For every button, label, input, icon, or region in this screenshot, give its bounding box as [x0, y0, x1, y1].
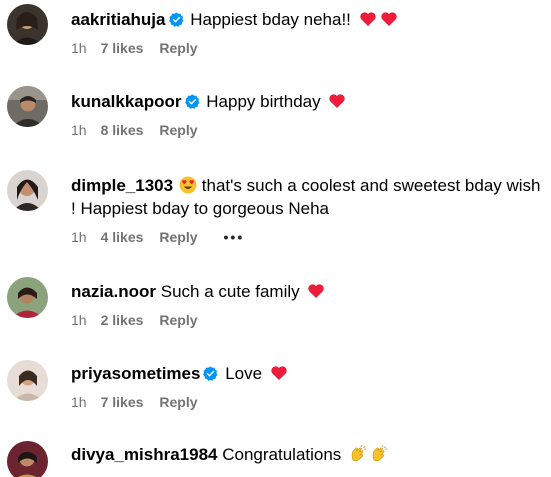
red-heart-icon [270, 364, 288, 382]
comment-time: 1h [71, 229, 87, 245]
clapping-hands-icon [349, 445, 367, 463]
comment-text: Love [225, 364, 263, 383]
comment-time: 1h [71, 394, 87, 410]
red-heart-icon [307, 282, 325, 300]
avatar[interactable] [7, 170, 48, 211]
comment-meta: 1h 7 likes Reply [71, 393, 546, 411]
comment-username[interactable]: kunalkkapoor [71, 92, 182, 111]
likes-count-link[interactable]: 7 likes [101, 39, 144, 57]
more-options-icon[interactable]: ••• [224, 228, 245, 246]
clapping-hands-icon [370, 445, 388, 463]
avatar[interactable] [7, 441, 48, 477]
red-heart-icon [328, 92, 346, 110]
comments-list: aakritiahuja Happiest bday neha!! 1h 7 li… [0, 0, 551, 477]
comment-time: 1h [71, 312, 87, 328]
comment-text: Congratulations [222, 445, 342, 464]
reply-button[interactable]: Reply [159, 39, 197, 57]
red-heart-icon [359, 10, 377, 28]
comment-body: dimple_1303 that's such a coolest and sw… [71, 174, 546, 246]
comment-text: Such a cute family [160, 282, 300, 301]
comment-body: priyasometimes Love 1h 7 likes Reply [71, 362, 546, 411]
comment-body: divya_mishra1984 Congratulations [71, 443, 546, 466]
verified-badge-icon [168, 12, 184, 27]
comment-meta: 1h 4 likes Reply ••• [71, 228, 546, 246]
comment-username[interactable]: divya_mishra1984 [71, 445, 218, 464]
likes-count-link[interactable]: 2 likes [101, 311, 144, 329]
avatar[interactable] [7, 86, 48, 127]
comment-username[interactable]: priyasometimes [71, 364, 200, 383]
heart-eyes-icon [179, 176, 197, 194]
reply-button[interactable]: Reply [159, 393, 197, 411]
likes-count-link[interactable]: 4 likes [101, 228, 144, 246]
comment-meta: 1h 8 likes Reply [71, 121, 546, 139]
comment-meta: 1h 2 likes Reply [71, 311, 546, 329]
comment-body: kunalkkapoor Happy birthday 1h 8 likes Rep… [71, 90, 546, 139]
avatar[interactable] [7, 277, 48, 318]
likes-count-link[interactable]: 8 likes [101, 121, 144, 139]
comment-text: Happy birthday [206, 92, 321, 111]
avatar[interactable] [7, 360, 48, 401]
reply-button[interactable]: Reply [159, 121, 197, 139]
comment-username[interactable]: aakritiahuja [71, 10, 166, 29]
comment-body: aakritiahuja Happiest bday neha!! 1h 7 li… [71, 8, 546, 57]
verified-badge-icon [203, 366, 218, 381]
likes-count-link[interactable]: 7 likes [101, 393, 144, 411]
comment-time: 1h [71, 40, 87, 56]
reply-button[interactable]: Reply [159, 228, 197, 246]
comment-meta: 1h 7 likes Reply [71, 39, 546, 57]
comment-username[interactable]: nazia.noor [71, 282, 156, 301]
red-heart-icon [380, 10, 398, 28]
comment-text: Happiest bday neha!! [190, 10, 351, 29]
reply-button[interactable]: Reply [159, 311, 197, 329]
comment-body: nazia.noor Such a cute family 1h 2 likes R… [71, 280, 546, 329]
comment-username[interactable]: dimple_1303 [71, 176, 173, 195]
verified-badge-icon [184, 94, 200, 109]
comment-time: 1h [71, 122, 87, 138]
avatar[interactable] [7, 4, 48, 45]
